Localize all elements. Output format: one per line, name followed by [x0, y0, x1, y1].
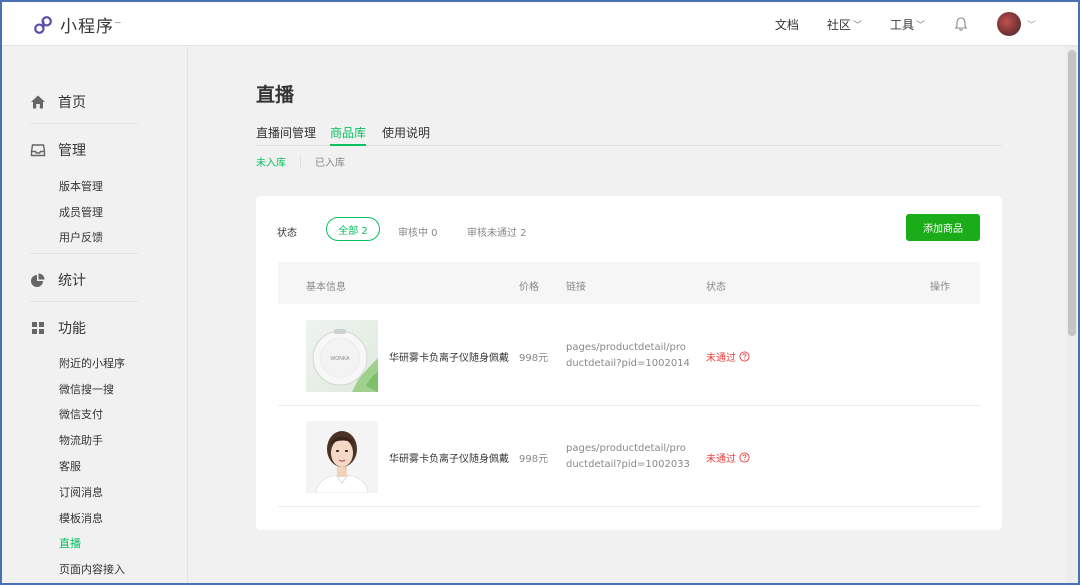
- docs-link[interactable]: 文档: [775, 16, 799, 33]
- product-card: 状态 全部 2 审核中 0 审核未通过 2 添加商品 基本信息 价格 链接 状态…: [256, 196, 1002, 530]
- sidebar-item-customer-service[interactable]: 客服: [59, 458, 81, 474]
- community-menu[interactable]: 社区 ﹀: [827, 16, 862, 33]
- product-link: pages/productdetail/productdetail?pid=10…: [566, 342, 690, 369]
- chevron-down-icon[interactable]: ﹀: [1027, 18, 1036, 31]
- header-action: 操作: [930, 282, 950, 293]
- divider: [300, 155, 301, 168]
- sidebar-section-features[interactable]: 功能: [30, 318, 86, 338]
- subtab-not-stored[interactable]: 未入库: [256, 154, 286, 169]
- pie-chart-icon: [31, 273, 45, 287]
- tab-bar: 直播间管理 商品库 使用说明: [256, 124, 1002, 146]
- header-info: 基本信息: [306, 282, 346, 293]
- page-title: 直播: [256, 84, 295, 106]
- sidebar-item-logistics[interactable]: 物流助手: [59, 432, 103, 448]
- status-badge: 未通过: [706, 450, 750, 465]
- header-link: 链接: [566, 282, 586, 293]
- top-nav: 文档 社区 ﹀ 工具 ﹀ ﹀: [775, 2, 1078, 46]
- sidebar-item-feedback[interactable]: 用户反馈: [59, 229, 103, 245]
- sidebar-section-home[interactable]: 首页: [30, 92, 86, 112]
- grid-icon: [32, 322, 44, 334]
- scrollbar[interactable]: [1066, 46, 1078, 583]
- product-name: 华研雾卡负离子仪随身佩戴: [389, 353, 509, 364]
- sidebar-item-version[interactable]: 版本管理: [59, 178, 103, 194]
- sidebar-item-nearby[interactable]: 附近的小程序: [59, 355, 125, 371]
- filter-reviewing[interactable]: 审核中 0: [398, 224, 438, 239]
- product-name: 华研雾卡负离子仪随身佩戴: [389, 454, 509, 465]
- sidebar-item-pay[interactable]: 微信支付: [59, 406, 103, 422]
- sidebar-item-live[interactable]: 直播: [59, 535, 81, 551]
- sidebar-item-members[interactable]: 成员管理: [59, 204, 103, 220]
- table-header: 基本信息 价格 链接 状态 操作: [278, 262, 980, 304]
- bell-icon[interactable]: [953, 16, 969, 32]
- tab-instructions[interactable]: 使用说明: [382, 124, 430, 146]
- logo-text: 小程序~: [60, 17, 123, 37]
- table-row: WONKA 华研雾卡负离子仪随身佩戴 998元 pages/productdet…: [278, 306, 980, 406]
- scrollbar-thumb[interactable]: [1068, 50, 1076, 336]
- chevron-down-icon: ﹀: [915, 20, 925, 31]
- subtab-stored[interactable]: 已入库: [315, 154, 345, 169]
- product-price: 998元: [519, 353, 549, 364]
- question-icon[interactable]: [739, 351, 750, 362]
- sidebar-item-page-content[interactable]: 页面内容接入: [59, 561, 125, 577]
- top-bar: 小程序~ 文档 社区 ﹀ 工具 ﹀ ﹀: [2, 2, 1078, 46]
- sidebar-item-subscribe-msg[interactable]: 订阅消息: [59, 484, 103, 500]
- tab-product-library[interactable]: 商品库: [330, 124, 367, 146]
- app-window: 小程序~ 文档 社区 ﹀ 工具 ﹀ ﹀ 首页 管理 版本管理 成员管理 用户反馈…: [0, 0, 1080, 585]
- inbox-icon: [30, 144, 46, 157]
- product-thumbnail: WONKA: [306, 320, 378, 392]
- header-price: 价格: [519, 282, 539, 293]
- product-thumb-label: WONKA: [331, 356, 351, 362]
- tab-live-room[interactable]: 直播间管理: [256, 124, 316, 146]
- chevron-down-icon: ﹀: [852, 20, 862, 31]
- header-status: 状态: [706, 282, 726, 293]
- tools-menu[interactable]: 工具 ﹀: [890, 16, 925, 33]
- logo[interactable]: 小程序~: [32, 12, 123, 37]
- miniprogram-logo-icon: [34, 15, 52, 34]
- sidebar-section-stats[interactable]: 统计: [30, 270, 86, 290]
- question-icon[interactable]: [739, 452, 750, 463]
- filter-rejected[interactable]: 审核未通过 2: [467, 224, 527, 239]
- sidebar-item-template-msg[interactable]: 模板消息: [59, 510, 103, 526]
- product-thumbnail: [306, 421, 378, 493]
- sidebar-section-manage[interactable]: 管理: [30, 140, 86, 160]
- table-row: 华研雾卡负离子仪随身佩戴 998元 pages/productdetail/pr…: [278, 407, 980, 507]
- home-icon: [31, 95, 45, 109]
- product-link: pages/productdetail/productdetail?pid=10…: [566, 443, 690, 470]
- divider: [30, 301, 138, 302]
- filter-all[interactable]: 全部 2: [326, 217, 380, 241]
- divider: [30, 123, 138, 124]
- sidebar-item-search[interactable]: 微信搜一搜: [59, 381, 114, 397]
- add-product-button[interactable]: 添加商品: [906, 214, 980, 241]
- subtab-bar: 未入库 已入库: [256, 154, 345, 169]
- product-image: WONKA: [306, 320, 378, 392]
- divider: [30, 253, 138, 254]
- product-image: [306, 421, 378, 493]
- product-price: 998元: [519, 454, 549, 465]
- status-filter-label: 状态: [277, 228, 297, 239]
- sidebar: 首页 管理 版本管理 成员管理 用户反馈 统计 功能 附近的小程序 微信搜一搜 …: [2, 47, 188, 583]
- status-badge: 未通过: [706, 349, 750, 364]
- avatar[interactable]: [996, 12, 1021, 36]
